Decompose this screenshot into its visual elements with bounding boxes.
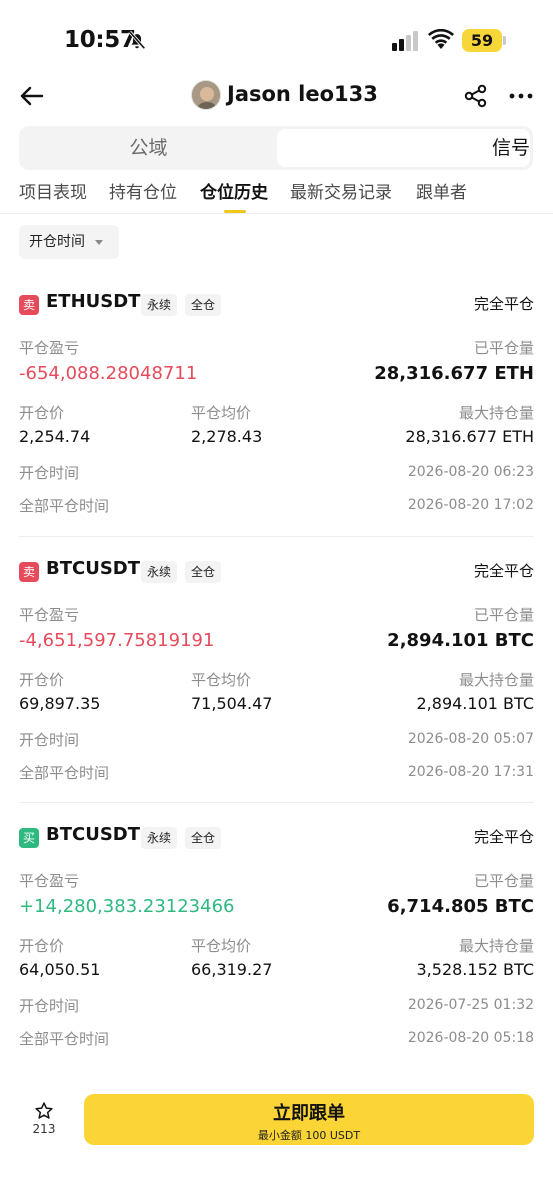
close-avg-price-value: 2,278.43 xyxy=(191,427,263,446)
segment-public-domain[interactable]: 公域 xyxy=(22,129,275,167)
max-position-label: 最大持仓量 xyxy=(458,937,534,955)
copy-trade-button[interactable]: 立即跟单 最小金额 100 USDT xyxy=(84,1094,534,1145)
tab-holding-positions[interactable]: 持有仓位 xyxy=(109,178,177,203)
tab-bar: 项目表现 持有仓位 仓位历史 最新交易记录 跟单者 xyxy=(0,178,553,214)
avatar-image xyxy=(192,81,220,109)
tab-latest-trades[interactable]: 最新交易记录 xyxy=(290,178,392,203)
battery-cap xyxy=(503,36,506,45)
open-time-label: 开仓时间 xyxy=(19,731,80,749)
closed-qty-value: 28,316.677 ETH xyxy=(374,363,534,384)
pnl-label: 平仓盈亏 xyxy=(19,606,80,624)
full-close-time-label: 全部平仓时间 xyxy=(19,1030,110,1048)
tab-position-history[interactable]: 仓位历史 xyxy=(200,178,268,203)
open-price-value: 64,050.51 xyxy=(19,960,101,979)
tab-followers[interactable]: 跟单者 xyxy=(416,178,467,203)
max-position-label: 最大持仓量 xyxy=(458,671,534,689)
open-price-label: 开仓价 xyxy=(19,937,65,955)
full-close-time-value: 2026-08-20 17:02 xyxy=(407,497,534,513)
close-avg-price-value: 66,319.27 xyxy=(191,960,273,979)
status-time: 10:57 xyxy=(64,27,136,53)
close-avg-price-value: 71,504.47 xyxy=(191,694,273,713)
close-status: 完全平仓 xyxy=(473,828,534,846)
status-bar: 10:57 59 xyxy=(0,0,553,80)
closed-qty-value: 6,714.805 BTC xyxy=(387,896,534,917)
favorite-count: 213 xyxy=(32,1122,56,1136)
copy-trade-label: 立即跟单 xyxy=(273,1103,345,1124)
trader-name[interactable]: Jason leo133 xyxy=(227,82,378,106)
symbol: BTCUSDT xyxy=(46,558,141,579)
margin-mode-tag: 全仓 xyxy=(185,294,222,316)
open-price-label: 开仓价 xyxy=(19,404,65,422)
close-status: 完全平仓 xyxy=(473,562,534,580)
close-pnl-value: +14,280,383.23123466 xyxy=(19,896,235,917)
max-position-value: 2,894.101 BTC xyxy=(416,694,535,713)
position-card[interactable]: 买 BTCUSDT 永续 全仓 完全平仓 平仓盈亏 已平仓量 +14,280,3… xyxy=(0,819,553,1069)
closed-qty-value: 2,894.101 BTC xyxy=(387,630,534,651)
open-time-value: 2026-08-20 06:23 xyxy=(407,464,534,480)
open-price-value: 2,254.74 xyxy=(19,427,91,446)
open-time-value: 2026-08-20 05:07 xyxy=(407,731,534,747)
position-card[interactable]: 卖 ETHUSDT 永续 全仓 完全平仓 平仓盈亏 已平仓量 -654,088.… xyxy=(0,286,553,537)
symbol: BTCUSDT xyxy=(46,824,141,845)
pnl-label: 平仓盈亏 xyxy=(19,339,80,357)
contract-type-tag: 永续 xyxy=(141,294,178,316)
full-close-time-value: 2026-08-20 17:31 xyxy=(407,764,534,780)
open-time-label: 开仓时间 xyxy=(19,464,80,482)
close-pnl-value: -4,651,597.75819191 xyxy=(19,630,215,651)
close-avg-price-label: 平仓均价 xyxy=(191,671,252,689)
closed-qty-label: 已平仓量 xyxy=(473,872,534,890)
side-badge-buy: 买 xyxy=(19,828,39,848)
open-time-label: 开仓时间 xyxy=(19,997,80,1015)
close-status: 完全平仓 xyxy=(473,295,534,313)
filter-label: 开仓时间 xyxy=(29,234,85,250)
avatar[interactable] xyxy=(191,80,221,110)
max-position-label: 最大持仓量 xyxy=(458,404,534,422)
domain-segment-control: 公域 信号 xyxy=(19,126,533,170)
star-favorite-icon[interactable] xyxy=(34,1101,54,1121)
max-position-value: 28,316.677 ETH xyxy=(405,427,534,446)
full-close-time-label: 全部平仓时间 xyxy=(19,764,110,782)
closed-qty-label: 已平仓量 xyxy=(473,606,534,624)
bell-muted-icon xyxy=(128,30,146,50)
wifi-icon xyxy=(428,29,454,49)
side-badge-sell: 卖 xyxy=(19,562,39,582)
sort-filter-dropdown[interactable]: 开仓时间 xyxy=(19,225,119,259)
open-price-value: 69,897.35 xyxy=(19,694,101,713)
back-arrow-icon[interactable] xyxy=(18,82,46,110)
open-price-label: 开仓价 xyxy=(19,671,65,689)
min-amount-label: 最小金额 100 USDT xyxy=(257,1129,361,1142)
margin-mode-tag: 全仓 xyxy=(185,827,222,849)
open-time-value: 2026-07-25 01:32 xyxy=(407,997,534,1013)
cellular-signal-icon xyxy=(392,31,418,51)
margin-mode-tag: 全仓 xyxy=(185,561,222,583)
segment-signal[interactable]: 信号 xyxy=(277,129,530,167)
tab-project-performance[interactable]: 项目表现 xyxy=(19,178,87,203)
close-avg-price-label: 平仓均价 xyxy=(191,937,252,955)
more-options-icon[interactable] xyxy=(508,84,534,108)
full-close-time-label: 全部平仓时间 xyxy=(19,497,110,515)
max-position-value: 3,528.152 BTC xyxy=(416,960,535,979)
contract-type-tag: 永续 xyxy=(141,561,178,583)
close-pnl-value: -654,088.28048711 xyxy=(19,363,198,384)
caret-down-icon xyxy=(95,240,103,245)
symbol: ETHUSDT xyxy=(46,291,141,312)
side-badge-sell: 卖 xyxy=(19,295,39,315)
active-tab-indicator xyxy=(224,210,246,213)
full-close-time-value: 2026-08-20 05:18 xyxy=(407,1030,534,1046)
position-card[interactable]: 卖 BTCUSDT 永续 全仓 完全平仓 平仓盈亏 已平仓量 -4,651,59… xyxy=(0,553,553,803)
card-divider xyxy=(19,536,534,537)
contract-type-tag: 永续 xyxy=(141,827,178,849)
close-avg-price-label: 平仓均价 xyxy=(191,404,252,422)
share-icon[interactable] xyxy=(463,83,489,109)
card-divider xyxy=(19,802,534,803)
pnl-label: 平仓盈亏 xyxy=(19,872,80,890)
battery-indicator: 59 xyxy=(462,29,502,52)
closed-qty-label: 已平仓量 xyxy=(473,339,534,357)
